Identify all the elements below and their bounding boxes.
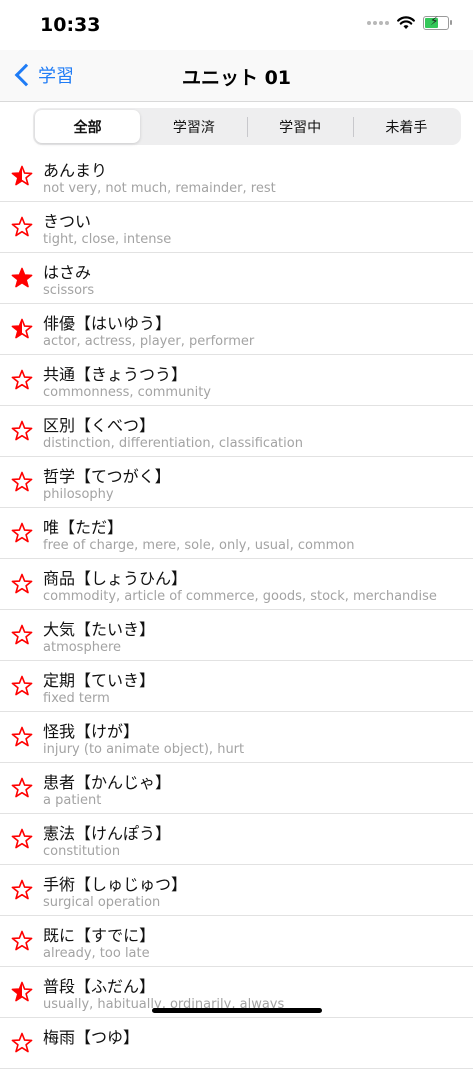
word-list-item[interactable]: 大気【たいき】 atmosphere <box>0 610 473 661</box>
segment-not-started[interactable]: 未着手 <box>354 110 459 143</box>
meaning-text: already, too late <box>43 946 150 961</box>
meaning-text: commonness, community <box>43 385 211 400</box>
word-list-item[interactable]: 商品【しょうひん】 commodity, article of commerce,… <box>0 559 473 610</box>
word-text: きつい <box>43 212 92 231</box>
star-half-icon[interactable] <box>11 981 33 1003</box>
word-text: 共通【きょうつう】 <box>43 365 188 384</box>
word-text: あんまり <box>43 161 108 180</box>
star-outline-icon[interactable] <box>11 471 33 493</box>
meaning-text: philosophy <box>43 487 114 502</box>
word-text: 商品【しょうひん】 <box>43 569 188 588</box>
word-list-item[interactable]: きつい tight, close, intense <box>0 202 473 253</box>
star-half-icon[interactable] <box>11 318 33 340</box>
word-list: あんまり not very, not much, remainder, rest き… <box>0 151 473 1069</box>
wifi-icon <box>397 16 415 29</box>
star-outline-icon[interactable] <box>11 777 33 799</box>
meaning-text: scissors <box>43 283 95 298</box>
meaning-text: free of charge, mere, sole, only, usual,… <box>43 538 355 553</box>
segment-learned[interactable]: 学習済 <box>141 110 246 143</box>
word-list-item[interactable]: あんまり not very, not much, remainder, rest <box>0 151 473 202</box>
word-list-item[interactable]: 手術【しゅじゅつ】 surgical operation <box>0 865 473 916</box>
status-bar: 10:33 ⚡ <box>0 0 473 50</box>
word-list-item[interactable]: はさみ scissors <box>0 253 473 304</box>
word-list-item[interactable]: 共通【きょうつう】 commonness, community <box>0 355 473 406</box>
charging-bolt-icon: ⚡ <box>430 14 439 28</box>
word-text: 怪我【けが】 <box>43 722 140 741</box>
status-time: 10:33 <box>40 14 101 36</box>
star-outline-icon[interactable] <box>11 1032 33 1054</box>
word-text: 患者【かんじゃ】 <box>43 773 172 792</box>
word-text: はさみ <box>43 263 92 282</box>
meaning-text: tight, close, intense <box>43 232 172 247</box>
word-text: 普段【ふだん】 <box>43 977 156 996</box>
meaning-text: distinction, differentiation, classifica… <box>43 436 303 451</box>
star-outline-icon[interactable] <box>11 522 33 544</box>
star-outline-icon[interactable] <box>11 573 33 595</box>
segment-learning[interactable]: 学習中 <box>248 110 353 143</box>
star-outline-icon[interactable] <box>11 726 33 748</box>
meaning-text: not very, not much, remainder, rest <box>43 181 276 196</box>
word-text: 定期【ていき】 <box>43 671 156 690</box>
word-text: 唯【ただ】 <box>43 518 124 537</box>
word-text: 区別【くべつ】 <box>43 416 156 435</box>
meaning-text: a patient <box>43 793 102 808</box>
meaning-text: fixed term <box>43 691 110 706</box>
word-list-item[interactable]: 哲学【てつがく】 philosophy <box>0 457 473 508</box>
filter-segmented-control: 全部 学習済 学習中 未着手 <box>33 108 461 145</box>
meaning-text: surgical operation <box>43 895 161 910</box>
word-text: 俳優【はいゆう】 <box>43 314 172 333</box>
word-list-item[interactable]: 定期【ていき】 fixed term <box>0 661 473 712</box>
meaning-text: actor, actress, player, performer <box>43 334 255 349</box>
meaning-text: injury (to animate object), hurt <box>43 742 245 757</box>
meaning-text: commodity, article of commerce, goods, s… <box>43 589 437 604</box>
word-list-item[interactable]: 怪我【けが】 injury (to animate object), hurt <box>0 712 473 763</box>
meaning-text: atmosphere <box>43 640 121 655</box>
word-list-item[interactable]: 区別【くべつ】 distinction, differentiation, cla… <box>0 406 473 457</box>
star-half-icon[interactable] <box>11 165 33 187</box>
status-icons: ⚡ <box>367 14 452 30</box>
word-list-item[interactable]: 既に【すでに】 already, too late <box>0 916 473 967</box>
cellular-signal-icon <box>367 21 389 25</box>
navigation-bar: 学習 ユニット 01 <box>0 50 473 102</box>
word-list-item[interactable]: 患者【かんじゃ】 a patient <box>0 763 473 814</box>
meaning-text: constitution <box>43 844 121 859</box>
word-text: 憲法【けんぽう】 <box>43 824 172 843</box>
word-list-item[interactable]: 梅雨【つゆ】 <box>0 1018 473 1069</box>
word-text: 大気【たいき】 <box>43 620 156 639</box>
star-outline-icon[interactable] <box>11 420 33 442</box>
star-outline-icon[interactable] <box>11 930 33 952</box>
word-text: 哲学【てつがく】 <box>43 467 171 486</box>
word-list-item[interactable]: 俳優【はいゆう】 actor, actress, player, performe… <box>0 304 473 355</box>
home-indicator <box>152 1008 322 1013</box>
star-outline-icon[interactable] <box>11 624 33 646</box>
star-outline-icon[interactable] <box>11 828 33 850</box>
word-list-item[interactable]: 唯【ただ】 free of charge, mere, sole, only, u… <box>0 508 473 559</box>
star-outline-icon[interactable] <box>11 879 33 901</box>
segment-all[interactable]: 全部 <box>35 110 141 143</box>
word-list-item[interactable]: 憲法【けんぽう】 constitution <box>0 814 473 865</box>
battery-icon: ⚡ <box>423 14 452 30</box>
word-text: 梅雨【つゆ】 <box>43 1028 140 1047</box>
star-filled-icon[interactable] <box>11 267 33 289</box>
word-text: 手術【しゅじゅつ】 <box>43 875 188 894</box>
star-outline-icon[interactable] <box>11 369 33 391</box>
star-outline-icon[interactable] <box>11 216 33 238</box>
page-title: ユニット 01 <box>181 67 292 89</box>
word-text: 既に【すでに】 <box>43 926 156 945</box>
star-outline-icon[interactable] <box>11 675 33 697</box>
